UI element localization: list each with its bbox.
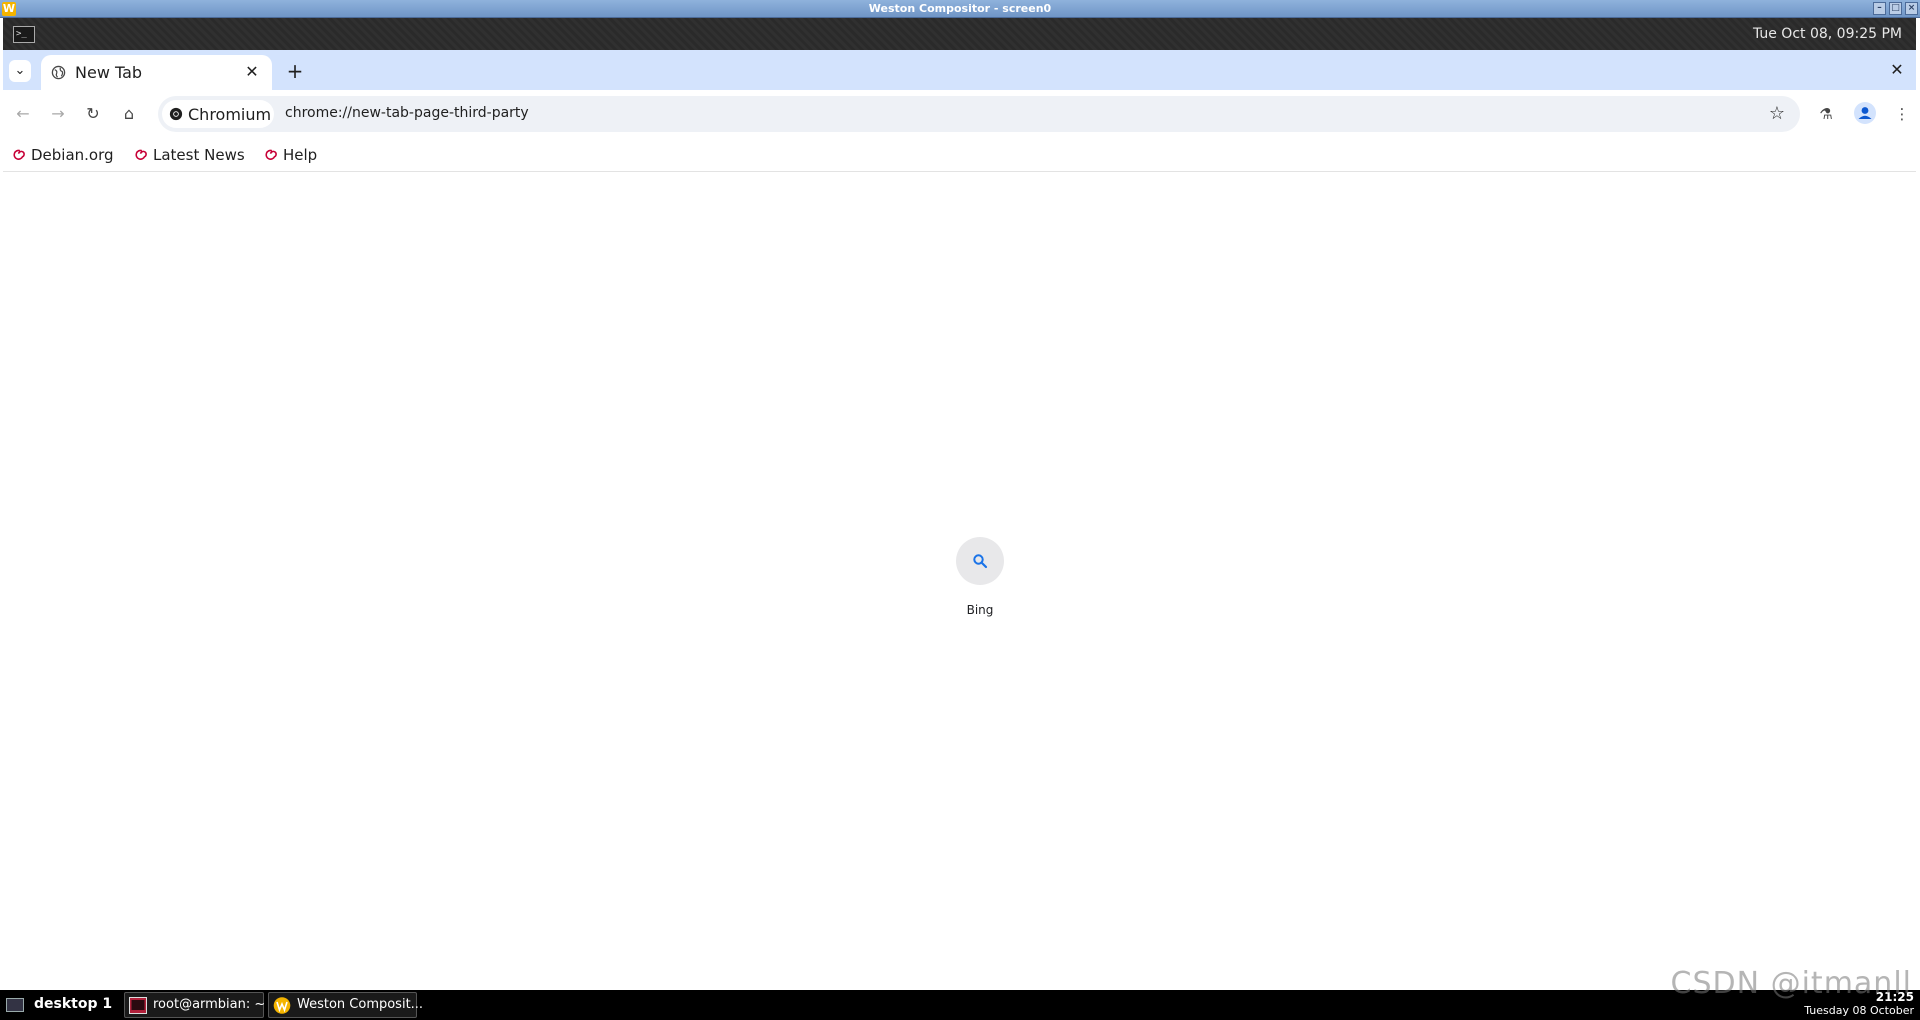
minimize-button[interactable]: – bbox=[1873, 2, 1886, 15]
bookmark-label: Latest News bbox=[153, 146, 245, 164]
taskbar-item-weston[interactable]: Weston Composit... bbox=[268, 992, 423, 1018]
tab-search-button[interactable]: ⌄ bbox=[9, 60, 31, 82]
debian-swirl-icon bbox=[135, 149, 147, 160]
new-tab-page: Bing bbox=[3, 173, 1916, 990]
bookmark-latest-news[interactable]: Latest News bbox=[134, 146, 245, 164]
task-label: root@armbian: ~ bbox=[153, 997, 266, 1012]
chromium-window: ⌄ New Tab ✕ + ✕ ← → ↻ ⌂ Chromium chrome:… bbox=[3, 50, 1916, 990]
bookmark-label: Debian.org bbox=[31, 146, 114, 164]
forward-arrow-icon[interactable]: → bbox=[46, 102, 70, 126]
site-chip-label: Chromium bbox=[188, 105, 272, 124]
weston-w-icon bbox=[273, 997, 291, 1014]
close-window-button[interactable]: × bbox=[1905, 2, 1918, 15]
shortcut-tile-bing[interactable]: Bing bbox=[903, 537, 1057, 637]
site-info-chip[interactable]: Chromium bbox=[162, 100, 274, 128]
close-browser-icon[interactable]: ✕ bbox=[1886, 59, 1908, 81]
weston-window-title: Weston Compositor - screen0 bbox=[868, 2, 1052, 15]
search-icon bbox=[973, 554, 988, 569]
weston-title-bar[interactable]: W Weston Compositor - screen0 – □ × bbox=[0, 0, 1920, 18]
back-arrow-icon[interactable]: ← bbox=[11, 102, 35, 126]
desktop-switcher-icon[interactable] bbox=[6, 998, 24, 1012]
labs-flask-icon[interactable]: ⚗ bbox=[1814, 102, 1838, 126]
task-label: Weston Composit... bbox=[297, 997, 424, 1012]
profile-avatar-icon[interactable] bbox=[1854, 102, 1876, 124]
taskbar-item-terminal[interactable]: root@armbian: ~ bbox=[124, 992, 266, 1018]
tab-close-icon[interactable]: ✕ bbox=[242, 62, 262, 82]
weston-window-controls: – □ × bbox=[1873, 2, 1918, 15]
bookmark-label: Help bbox=[283, 146, 318, 164]
menu-kebab-icon[interactable]: ⋮ bbox=[1890, 102, 1914, 126]
bookmark-debian[interactable]: Debian.org bbox=[12, 146, 114, 164]
reload-icon[interactable]: ↻ bbox=[81, 102, 105, 126]
csdn-watermark: CSDN @itmanll bbox=[1670, 966, 1912, 1001]
maximize-button[interactable]: □ bbox=[1889, 2, 1902, 15]
address-bar[interactable]: Chromium chrome://new-tab-page-third-par… bbox=[158, 96, 1800, 132]
bookmark-help[interactable]: Help bbox=[264, 146, 317, 164]
debian-swirl-icon bbox=[13, 149, 25, 160]
bookmark-star-icon[interactable]: ☆ bbox=[1766, 103, 1788, 125]
chevron-down-icon: ⌄ bbox=[14, 63, 26, 78]
shortcut-label: Bing bbox=[966, 603, 994, 617]
bookmarks-bar: Debian.org Latest News Help bbox=[3, 138, 1916, 172]
browser-toolbar: ← → ↻ ⌂ Chromium chrome://new-tab-page-t… bbox=[3, 90, 1916, 138]
weston-panel: >_ Tue Oct 08, 09:25 PM bbox=[3, 18, 1916, 50]
globe-icon bbox=[51, 65, 66, 80]
desktop-label[interactable]: desktop 1 bbox=[34, 996, 112, 1012]
new-tab-button[interactable]: + bbox=[283, 59, 307, 83]
terminal-icon bbox=[129, 997, 147, 1014]
chromium-logo-icon bbox=[169, 107, 183, 121]
tab-new-tab[interactable]: New Tab ✕ bbox=[41, 55, 272, 90]
home-icon[interactable]: ⌂ bbox=[117, 102, 141, 126]
tab-strip: ⌄ New Tab ✕ + ✕ bbox=[3, 50, 1916, 90]
shortcut-icon-circle bbox=[956, 537, 1004, 585]
terminal-launcher-icon[interactable]: >_ bbox=[13, 26, 35, 43]
tab-title: New Tab bbox=[75, 63, 143, 82]
panel-clock: Tue Oct 08, 09:25 PM bbox=[1752, 26, 1902, 42]
debian-swirl-icon bbox=[265, 149, 277, 160]
taskbar-date: Tuesday 08 October bbox=[1804, 1004, 1914, 1017]
taskbar: desktop 1 root@armbian: ~ Weston Composi… bbox=[0, 990, 1920, 1020]
desktop-screen: W Weston Compositor - screen0 – □ × >_ T… bbox=[0, 0, 1920, 1020]
url-text[interactable]: chrome://new-tab-page-third-party bbox=[285, 105, 529, 121]
